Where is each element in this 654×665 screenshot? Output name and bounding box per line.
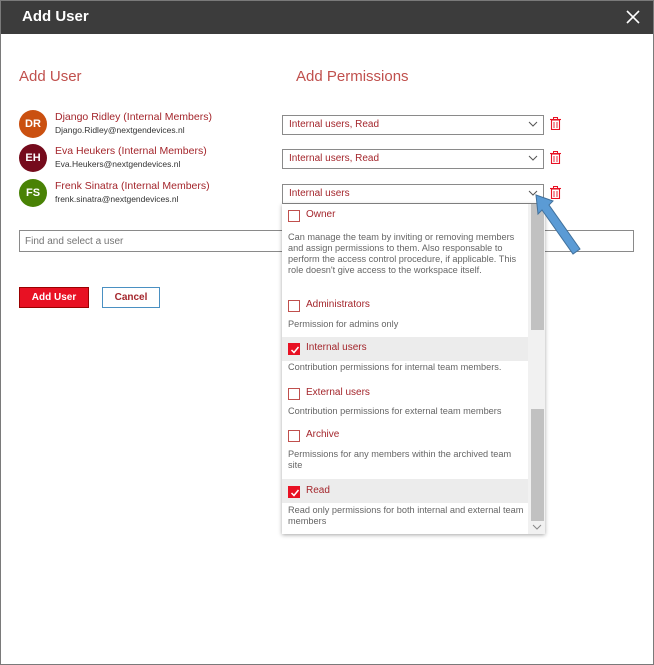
add-permissions-heading: Add Permissions	[296, 68, 409, 85]
option-read[interactable]: Read	[282, 479, 528, 503]
option-external-users: External users Contribution permissions …	[282, 384, 528, 424]
option-label: Archive	[306, 429, 340, 440]
chevron-down-icon	[528, 121, 538, 127]
permissions-select-value: Internal users	[289, 188, 350, 199]
read-checkbox[interactable]	[288, 486, 300, 498]
permissions-select[interactable]: Internal users, Read	[282, 149, 544, 169]
cancel-button[interactable]: Cancel	[102, 287, 160, 308]
permissions-dropdown: Owner Can manage the team by inviting or…	[282, 204, 545, 534]
user-row: DR Django Ridley (Internal Members) Djan…	[19, 110, 259, 140]
annotation-arrow-icon	[535, 194, 581, 255]
option-description: Permissions for any members within the a…	[288, 449, 512, 470]
internal-users-checkbox[interactable]	[288, 343, 300, 355]
dialog-titlebar: Add User	[1, 1, 653, 34]
owner-checkbox[interactable]	[288, 210, 300, 222]
user-row: EH Eva Heukers (Internal Members) Eva.He…	[19, 144, 259, 174]
user-email: Eva.Heukers@nextgendevices.nl	[55, 159, 181, 169]
avatar: DR	[19, 110, 47, 138]
delete-icon[interactable]	[550, 151, 561, 164]
scroll-down-icon[interactable]	[532, 523, 542, 531]
option-label: Internal users	[306, 342, 367, 353]
user-email: Django.Ridley@nextgendevices.nl	[55, 125, 185, 135]
option-owner: Owner Can manage the team by inviting or…	[282, 204, 528, 298]
option-description: Permission for admins only	[288, 319, 399, 329]
checkmark-icon	[290, 489, 300, 497]
chevron-down-icon	[528, 155, 538, 161]
permissions-select-value: Internal users, Read	[289, 119, 380, 130]
user-name: Django Ridley (Internal Members)	[55, 111, 212, 123]
user-email: frenk.sinatra@nextgendevices.nl	[55, 194, 179, 204]
option-description: Read only permissions for both internal …	[288, 505, 524, 526]
option-internal-users[interactable]: Internal users	[282, 337, 528, 361]
external-users-checkbox[interactable]	[288, 388, 300, 400]
option-label: Administrators	[306, 299, 370, 310]
add-user-dialog: Add User Add User Add Permissions DR Dja…	[0, 0, 654, 665]
option-description: Can manage the team by inviting or remov…	[288, 232, 517, 275]
option-administrators: Administrators Permission for admins onl…	[282, 298, 528, 338]
close-icon[interactable]	[623, 7, 643, 27]
administrators-checkbox[interactable]	[288, 300, 300, 312]
option-description: Contribution permissions for internal te…	[288, 362, 502, 372]
delete-icon[interactable]	[550, 117, 561, 130]
option-label: Read	[306, 485, 330, 496]
permissions-select[interactable]: Internal users	[282, 184, 544, 204]
add-user-heading: Add User	[19, 68, 82, 85]
option-label: Owner	[306, 209, 336, 220]
avatar: EH	[19, 144, 47, 172]
checkmark-icon	[290, 346, 300, 354]
scrollbar-thumb[interactable]	[531, 409, 544, 521]
user-row: FS Frenk Sinatra (Internal Members) fren…	[19, 179, 259, 209]
permissions-select[interactable]: Internal users, Read	[282, 115, 544, 135]
user-name: Frenk Sinatra (Internal Members)	[55, 180, 210, 192]
option-archive: Archive Permissions for any members with…	[282, 428, 528, 478]
option-description: Contribution permissions for external te…	[288, 406, 502, 416]
user-name: Eva Heukers (Internal Members)	[55, 145, 207, 157]
option-label: External users	[306, 387, 370, 398]
dialog-title: Add User	[22, 8, 89, 25]
avatar: FS	[19, 179, 47, 207]
add-user-button[interactable]: Add User	[19, 287, 89, 308]
permissions-select-value: Internal users, Read	[289, 153, 380, 164]
archive-checkbox[interactable]	[288, 430, 300, 442]
